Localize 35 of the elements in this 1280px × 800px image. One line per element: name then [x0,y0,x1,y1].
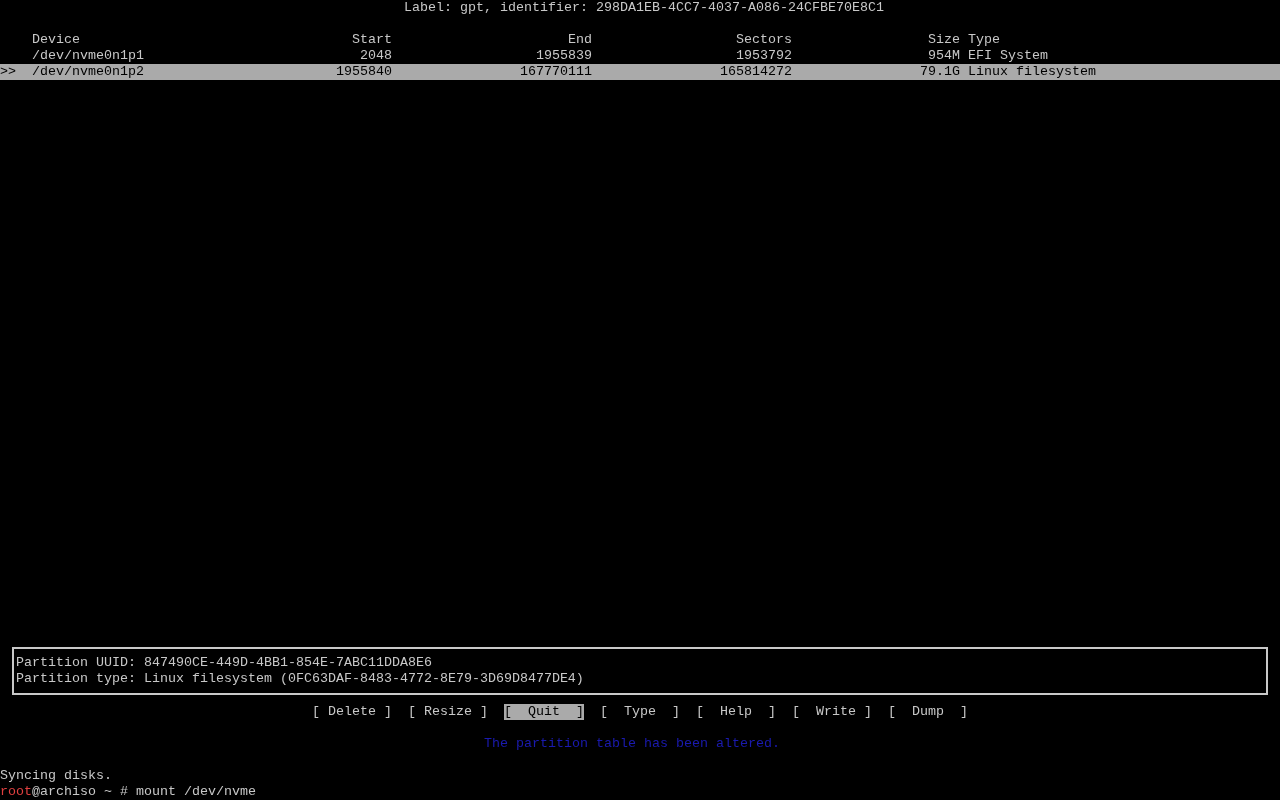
table-cell: 167770111 [520,64,592,79]
table-cell: /dev/nvme0n1p1 [32,48,144,63]
column-header: Size [928,32,960,47]
info-line: Partition UUID: 847490CE-449D-4BB1-854E-7ABC11DDA8E6 [16,655,433,671]
menu-button[interactable]: [ Type ] [599,704,680,720]
table-cell: 954M [928,48,960,63]
row-cursor: >> [0,64,16,79]
table-cell: Linux filesystem [968,64,1096,79]
table-cell: 79.1G [920,64,960,79]
info-line: Partition type: Linux filesystem (0FC63DAF-8483-4772-8E79-3D69D8477DE4) [16,671,585,687]
table-cell: EFI System [968,48,1048,63]
table-cell: 1953792 [736,48,792,63]
disk-label: Label: gpt, identifier: 298DA1EB-4CC7-4037-A086-24CFBE70E8C1 [404,0,884,16]
column-header: End [568,32,592,47]
column-header: Type [968,32,1000,47]
menu-button[interactable]: [ Delete ] [312,704,392,720]
table-cell: 1955840 [336,64,392,79]
table-cell: 165814272 [720,64,792,79]
table-cell: 1955839 [536,48,592,63]
menu-button[interactable]: [ Dump ] [887,704,968,720]
column-header: Sectors [736,32,792,47]
column-header: Device [32,32,80,47]
menu-button[interactable]: [ Write ] [791,704,872,720]
menu-button[interactable]: [ Help ] [695,704,776,720]
partition-row[interactable]: /dev/nvme0n1p1 2048 1955839 1953792 954M EFI System [0,48,1280,64]
partition-row[interactable]: >> /dev/nvme0n1p2 1955840 167770111 165814272 79.1G Linux filesystem [0,64,1280,80]
column-header: Start [352,32,392,47]
prompt-user: root [0,784,32,800]
table-cell: /dev/nvme0n1p2 [32,64,144,79]
menu-button[interactable]: [ Quit ] [503,704,584,720]
table-cell: 2048 [360,48,392,63]
output-line: Syncing disks. [0,768,112,783]
command-line: @archiso ~ # mount /dev/nvme [32,784,256,800]
menu-button[interactable]: [ Resize ] [408,704,488,720]
status-message: The partition table has been altered. [484,736,780,752]
